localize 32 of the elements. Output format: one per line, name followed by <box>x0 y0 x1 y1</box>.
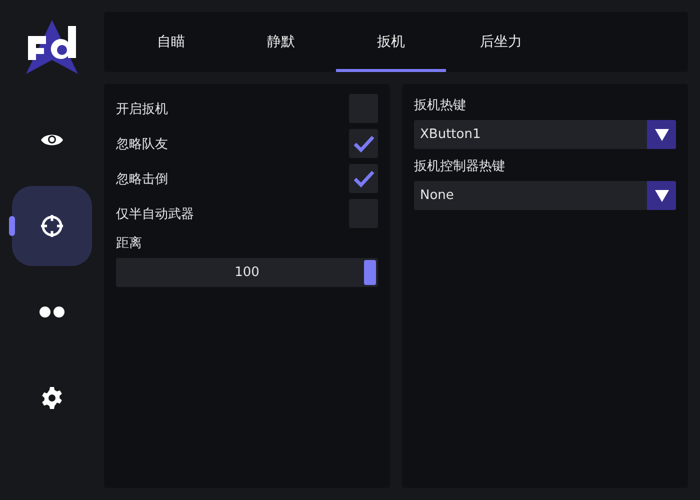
selection-indicator <box>9 216 15 236</box>
distance-slider[interactable]: 100 <box>116 258 378 287</box>
settings-icon <box>40 386 64 410</box>
option-label: 忽略队友 <box>116 136 168 152</box>
dropdown-button[interactable] <box>647 120 676 149</box>
slider-value: 100 <box>234 265 260 280</box>
slider-thumb[interactable] <box>364 260 376 285</box>
hotkey-dropdown[interactable]: XButton1 <box>414 120 676 149</box>
option-label: 仅半自动武器 <box>116 206 194 222</box>
two-dots-icon <box>39 306 65 318</box>
crosshair-icon <box>40 214 64 238</box>
dropdown-value: XButton1 <box>419 126 482 144</box>
dropdown-value: None <box>419 187 455 205</box>
caret-icon <box>654 128 668 140</box>
hotkey-label: 扳机热键 <box>414 97 467 114</box>
checkmark-icon <box>352 170 374 188</box>
option-label: 忽略击倒 <box>116 170 168 188</box>
sidebar-item[interactable] <box>12 186 92 266</box>
checkbox[interactable] <box>349 164 378 193</box>
eye-icon <box>40 132 64 148</box>
tab[interactable]: 静默 <box>226 12 336 72</box>
slider-label: 距离 <box>116 235 143 252</box>
tab[interactable]: 扳机 <box>336 12 446 72</box>
caret-icon <box>654 190 668 202</box>
hotkey-label: 扳机控制器热键 <box>414 158 506 175</box>
tab[interactable]: 自瞄 <box>116 12 226 72</box>
dropdown-button[interactable] <box>647 181 676 210</box>
option-label: 开启扳机 <box>116 100 168 118</box>
hotkey-dropdown[interactable]: None <box>414 181 676 210</box>
tab[interactable]: 后坐力 <box>446 12 556 72</box>
checkbox[interactable] <box>349 129 378 158</box>
checkmark-icon <box>352 134 374 152</box>
